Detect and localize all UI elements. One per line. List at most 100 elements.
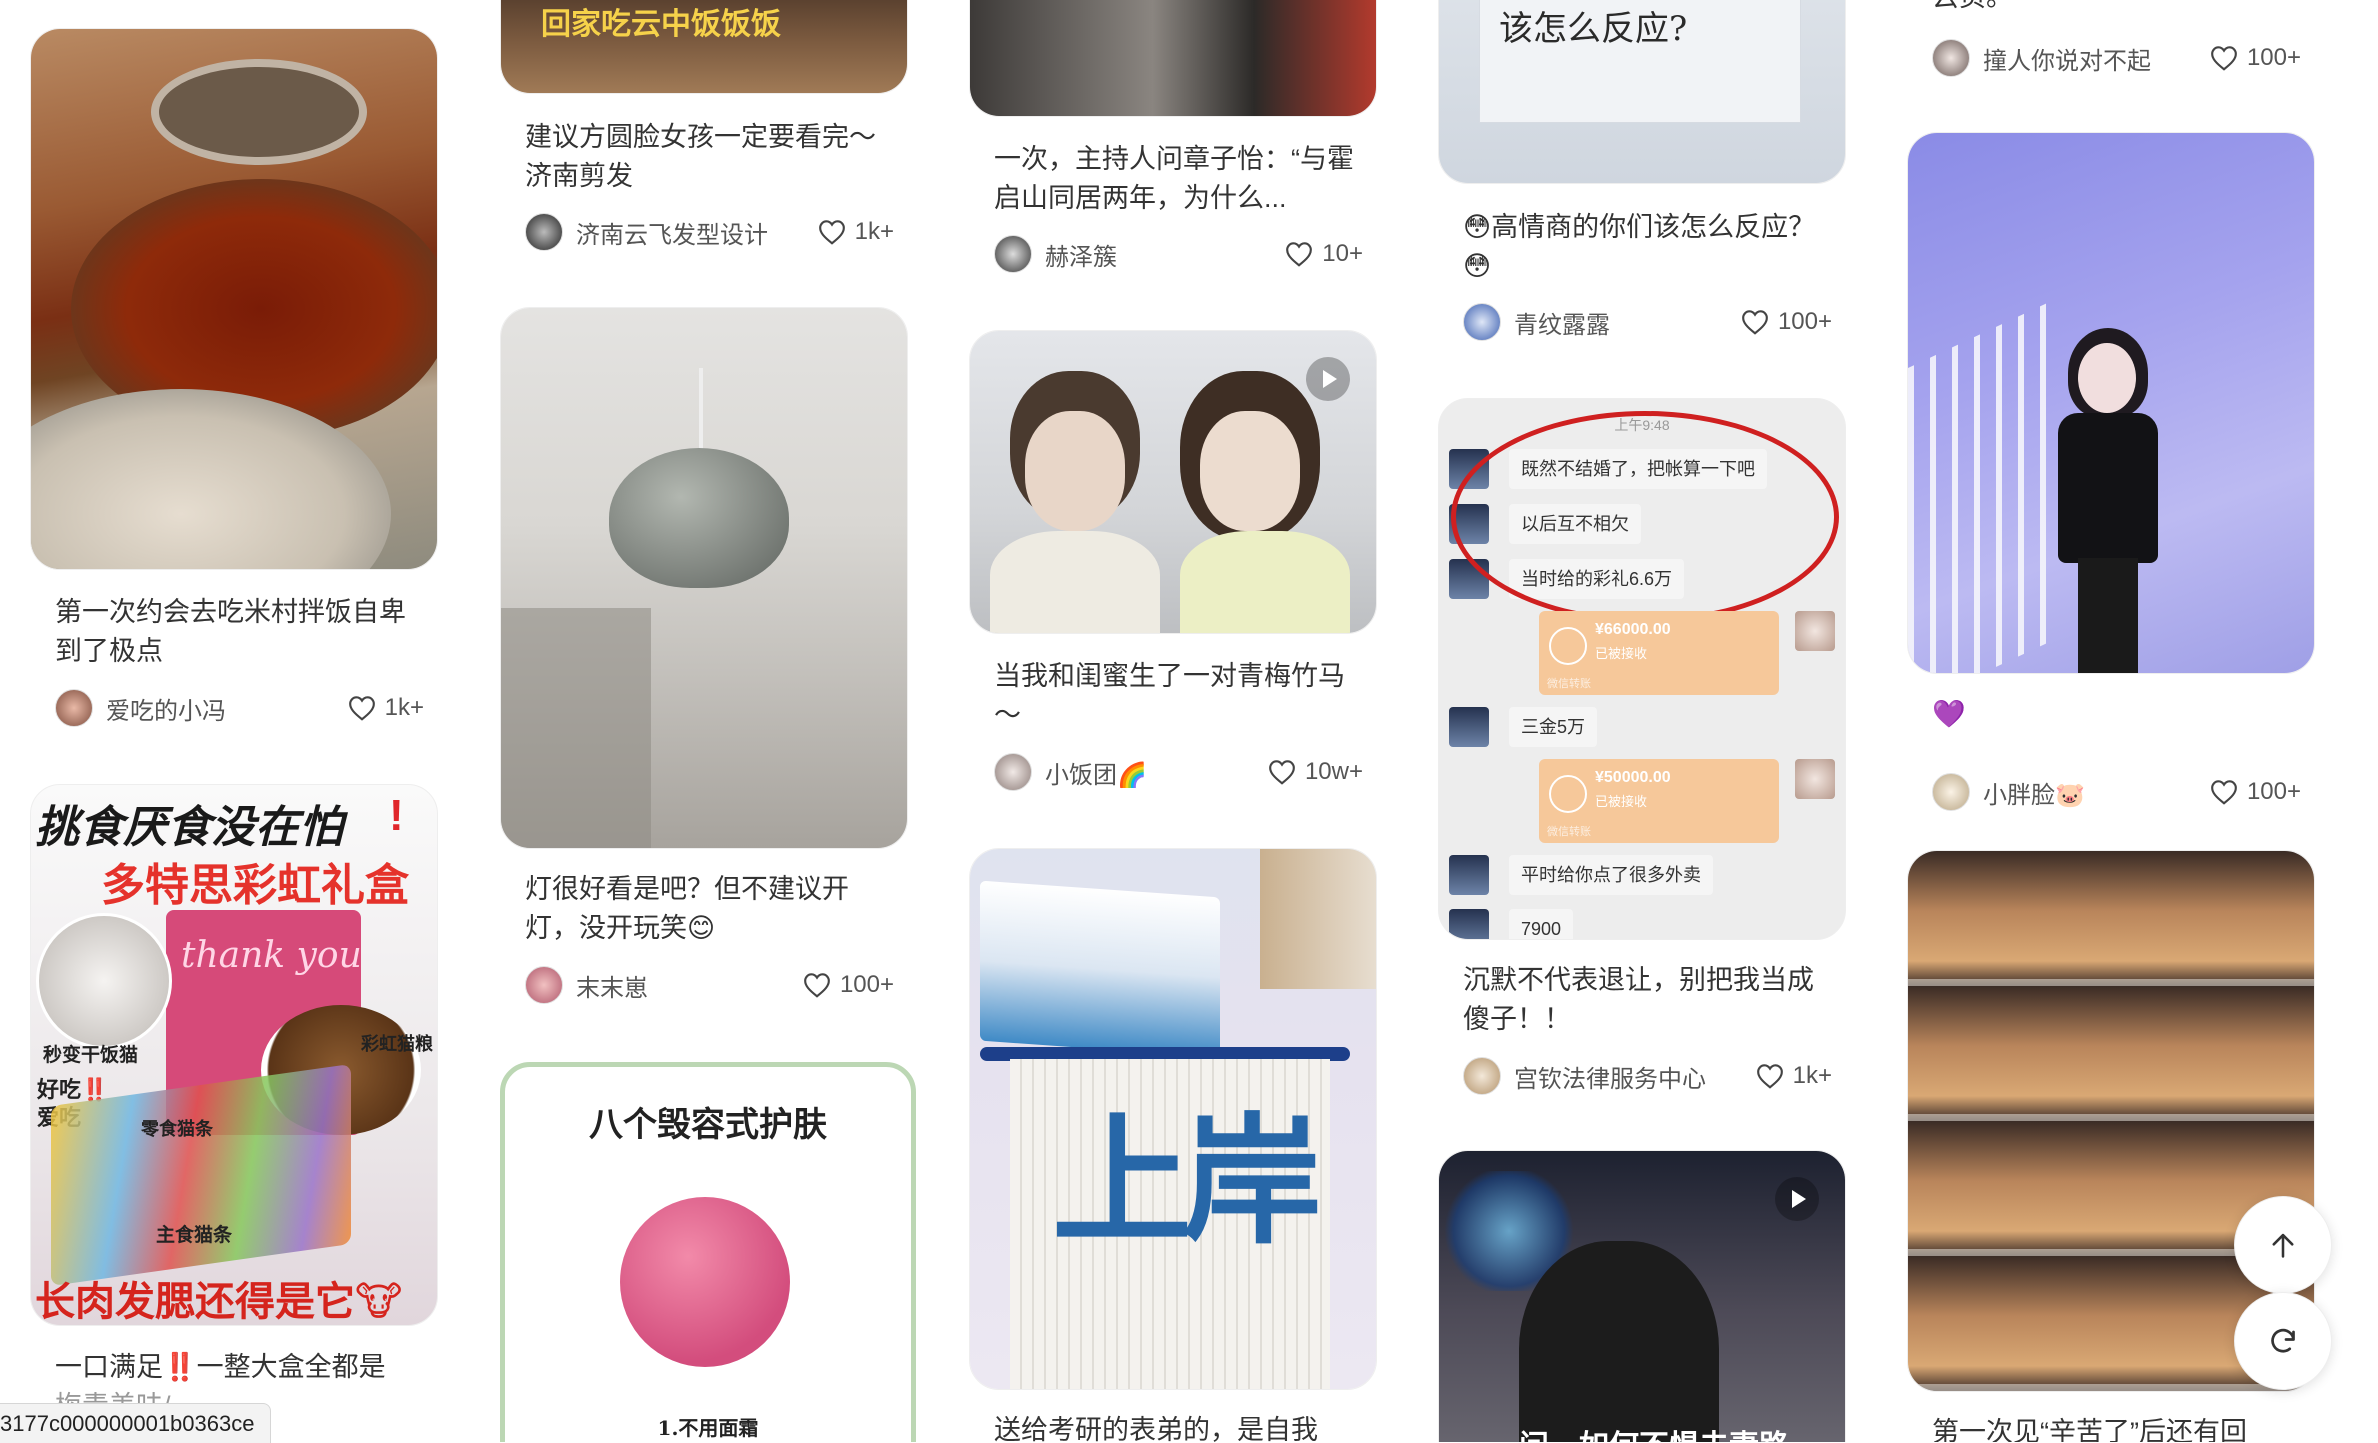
cover-text: 回家吃云中饭饭饭 bbox=[541, 7, 781, 42]
note-cover-image[interactable]: 上岸 bbox=[969, 848, 1377, 1390]
author-name: 小胖脸🐷 bbox=[1983, 781, 2085, 809]
cat-label: 秒变干饭猫 bbox=[43, 1044, 139, 1066]
arrow-up-icon bbox=[2272, 1233, 2294, 1258]
cover-text-line2: 多特思彩虹礼盒 bbox=[101, 860, 409, 911]
like-button[interactable]: 1k+ bbox=[1755, 1056, 1832, 1096]
like-count: 100+ bbox=[2246, 778, 2301, 805]
transfer-footer: 微信转账 bbox=[1547, 826, 1591, 838]
like-count: 1k+ bbox=[1792, 1062, 1832, 1089]
chat-avatar bbox=[1449, 707, 1489, 747]
child-face-left bbox=[1025, 411, 1125, 531]
cover-title: 八个毁容式护肤 bbox=[589, 1105, 827, 1145]
heart-icon bbox=[1286, 242, 1313, 267]
note-author[interactable]: 小饭团🌈 bbox=[994, 752, 1147, 792]
author-name: 济南云飞发型设计 bbox=[576, 221, 768, 249]
note-author[interactable]: 济南云飞发型设计 bbox=[525, 212, 768, 252]
note-title[interactable]: 第一次约会去吃米村拌饭自卑到了极点 bbox=[55, 593, 425, 671]
chat-message: 三金5万 bbox=[1509, 707, 1598, 747]
note-cover-image[interactable] bbox=[1907, 132, 2315, 674]
child-shirt-right bbox=[1180, 531, 1350, 633]
transfer-card: ¥50000.00 已被接收 微信转账 bbox=[1539, 759, 1779, 843]
red-circle-highlight bbox=[1451, 411, 1839, 623]
note-cover-image[interactable] bbox=[500, 307, 908, 849]
child-shirt-left bbox=[990, 531, 1160, 633]
like-button[interactable]: 10w+ bbox=[1267, 752, 1363, 792]
like-count: 100+ bbox=[2246, 44, 2301, 71]
thank-you-text: thank you bbox=[181, 935, 362, 976]
note-cover-image[interactable] bbox=[969, 0, 1377, 117]
note-cover-image[interactable]: 回家吃云中饭饭饭 bbox=[500, 0, 908, 94]
note-title[interactable]: 💜 bbox=[1932, 695, 2302, 734]
like-button[interactable]: 100+ bbox=[2209, 38, 2301, 78]
note-title[interactable]: 建议方圆脸女孩一定要看完～济南剪发 bbox=[525, 118, 895, 196]
like-button[interactable]: 1k+ bbox=[347, 688, 424, 728]
refresh-icon bbox=[2271, 1328, 2295, 1353]
like-button[interactable]: 100+ bbox=[802, 965, 894, 1005]
play-icon bbox=[1775, 1177, 1819, 1221]
like-button[interactable]: 1k+ bbox=[817, 212, 894, 252]
author-name: 小饭团🌈 bbox=[1045, 761, 1147, 789]
refresh-button[interactable] bbox=[2234, 1292, 2332, 1390]
note-title[interactable]: 当我和闺蜜生了一对青梅竹马～ bbox=[994, 657, 1364, 735]
note-cover-image[interactable]: 该怎么反应? bbox=[1438, 0, 1846, 184]
note-title[interactable]: 送给考研的表弟的，是自我 bbox=[994, 1411, 1364, 1442]
transfer-amount: ¥66000.00 bbox=[1595, 621, 1671, 638]
like-count: 100+ bbox=[1777, 308, 1832, 335]
food-label: 彩虹猫粮 bbox=[361, 1034, 433, 1055]
transfer-status: 已被接收 bbox=[1595, 646, 1648, 661]
note-author[interactable]: 撞人你说对不起 bbox=[1932, 38, 2151, 78]
heart-icon bbox=[348, 696, 375, 721]
note-title[interactable]: 云页。 bbox=[1932, 0, 2302, 17]
like-button[interactable]: 100+ bbox=[2209, 772, 2301, 812]
author-avatar bbox=[525, 213, 563, 251]
author-avatar bbox=[1932, 773, 1970, 811]
cover-text: 该怎么反应? bbox=[1499, 9, 1688, 49]
author-avatar bbox=[1463, 1057, 1501, 1095]
note-title[interactable]: 一次，主持人问章子怡：“与霍启山同居两年，为什么... bbox=[994, 140, 1364, 218]
like-count: 1k+ bbox=[854, 218, 894, 245]
note-title[interactable]: 😳高情商的你们该怎么反应？😳 bbox=[1463, 208, 1833, 286]
heart-icon bbox=[1742, 310, 1768, 335]
note-cover-image[interactable]: 问，如何不惧夫妻路 bbox=[1438, 1150, 1846, 1442]
person-face bbox=[2078, 343, 2136, 413]
cover-caption: 问，如何不惧夫妻路 bbox=[1519, 1421, 1789, 1442]
waterfall-feed: 第一次约会去吃米村拌饭自卑到了极点 爱吃的小冯 1k+ 挑食厌食没在怕 ! 多特… bbox=[0, 0, 2378, 1442]
note-cover-image[interactable] bbox=[30, 28, 438, 570]
back-to-top-button[interactable] bbox=[2234, 1196, 2332, 1294]
transfer-card: ¥66000.00 已被接收 微信转账 bbox=[1539, 611, 1779, 695]
cat-photo bbox=[36, 913, 172, 1049]
note-title[interactable]: 第一次见“辛苦了”后还有回 bbox=[1932, 1413, 2302, 1442]
note-title[interactable]: 一口满足‼️一整大盒全都是 bbox=[55, 1348, 425, 1387]
author-name: 青纹露露 bbox=[1514, 311, 1610, 339]
like-button[interactable]: 100+ bbox=[1740, 302, 1832, 342]
bookshelf bbox=[1260, 849, 1376, 989]
cream-jar bbox=[620, 1197, 790, 1367]
note-cover-image[interactable]: 上午9:48 既然不结婚了，把帐算一下吧 以后互不相欠 当时给的彩礼6.6万 ¥… bbox=[1438, 398, 1846, 940]
chat-message: 7900 bbox=[1509, 909, 1574, 939]
note-author[interactable]: 末末崽 bbox=[525, 965, 648, 1005]
note-cover-image[interactable]: 挑食厌食没在怕 ! 多特思彩虹礼盒 thank you 秒变干饭猫 彩虹猫粮 好… bbox=[30, 784, 438, 1326]
note-author[interactable]: 小胖脸🐷 bbox=[1932, 772, 2085, 812]
author-avatar bbox=[55, 689, 93, 727]
main-treat-label: 主食猫条 bbox=[156, 1224, 233, 1246]
chat-message: 平时给你点了很多外卖 bbox=[1509, 855, 1713, 895]
note-author[interactable]: 赫泽簇 bbox=[994, 234, 1117, 274]
like-button[interactable]: 10+ bbox=[1284, 234, 1363, 274]
wall-corner bbox=[501, 608, 651, 848]
like-count: 10+ bbox=[1322, 240, 1363, 267]
note-cover-image[interactable] bbox=[969, 330, 1377, 634]
note-author[interactable]: 爱吃的小冯 bbox=[55, 688, 226, 728]
heart-icon bbox=[804, 973, 830, 998]
note-cover-image[interactable]: 八个毁容式护肤 1.不用面霜 bbox=[500, 1062, 916, 1442]
play-icon bbox=[1306, 357, 1350, 401]
author-name: 末末崽 bbox=[576, 974, 648, 1002]
author-avatar bbox=[994, 753, 1032, 791]
note-author[interactable]: 宫钦法律服务中心 bbox=[1463, 1056, 1706, 1096]
author-name: 撞人你说对不起 bbox=[1983, 47, 2151, 75]
note-title[interactable]: 沉默不代表退让，别把我当成傻子！！ bbox=[1463, 961, 1833, 1039]
books bbox=[980, 880, 1220, 1058]
note-title[interactable]: 灯很好看是吧？但不建议开灯，没开玩笑😊 bbox=[525, 870, 895, 948]
note-author[interactable]: 青纹露露 bbox=[1463, 302, 1610, 342]
heart-icon bbox=[1756, 1064, 1783, 1089]
like-count: 100+ bbox=[839, 971, 894, 998]
